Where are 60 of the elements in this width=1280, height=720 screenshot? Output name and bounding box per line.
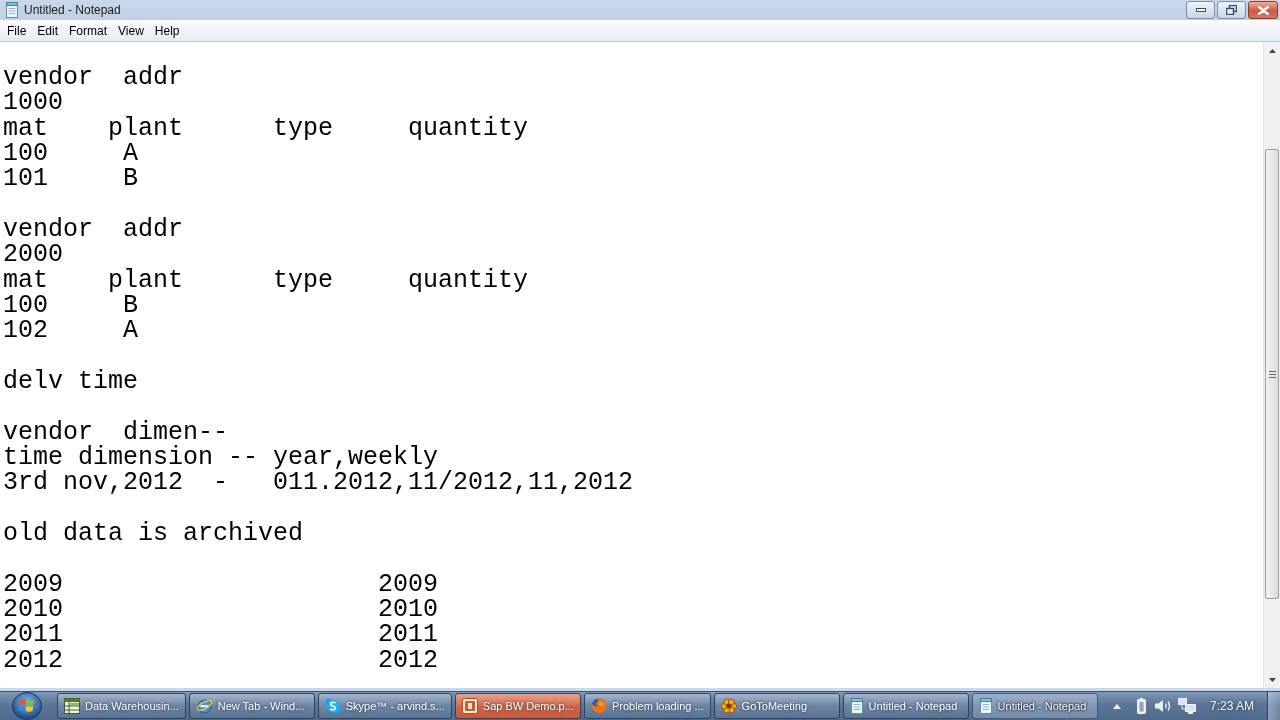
taskbar-button[interactable]: Sap BW Demo.p... <box>454 693 581 719</box>
text-line: delv time <box>3 368 139 395</box>
flower-icon <box>720 698 737 714</box>
taskbar-button[interactable]: GoToMeeting <box>713 693 840 719</box>
taskbar-button[interactable]: Problem loading ... <box>583 693 711 719</box>
taskbar-button[interactable]: Untitled - Notepad <box>971 693 1098 719</box>
restore-button[interactable] <box>1217 1 1246 19</box>
menu-item[interactable]: File <box>2 20 32 41</box>
text-line: 100 A <box>3 141 139 167</box>
restore-icon <box>1226 5 1237 15</box>
taskbar-button[interactable]: New Tab - Wind... <box>188 693 315 719</box>
slides-icon <box>461 698 478 714</box>
taskbar-button[interactable]: Untitled - Notepad <box>842 693 969 719</box>
notepad-icon <box>978 698 993 714</box>
close-button[interactable] <box>1248 1 1278 19</box>
text-line: mat plant type quantity <box>3 267 529 293</box>
text-line: 100 B <box>3 292 139 319</box>
text-line: 2000 <box>3 242 63 268</box>
grip-icon <box>1268 370 1276 378</box>
text-line: 102 A <box>3 318 139 344</box>
text-line: 101 B <box>3 166 139 192</box>
globe-icon <box>590 698 607 714</box>
minimize-icon <box>1195 8 1206 12</box>
chat-cloud-icon <box>324 698 341 714</box>
network-icon[interactable] <box>1177 698 1196 714</box>
menu-item[interactable]: Format <box>64 20 113 41</box>
text-line: 3rd nov,2012 - 011.2012,11/2012,11,2012 <box>3 470 634 496</box>
battery-icon[interactable] <box>1136 698 1146 714</box>
vertical-scrollbar[interactable] <box>1263 42 1280 688</box>
notepad-icon <box>849 698 864 714</box>
scroll-down-icon[interactable] <box>1268 677 1276 682</box>
text-line: 2009 2009 <box>3 571 439 597</box>
taskbar-button[interactable]: Data Warehousin... <box>57 693 186 719</box>
globe-ring-icon <box>195 698 213 714</box>
window-title: Untitled - Notepad <box>24 2 121 19</box>
text-line: vendor addr <box>3 216 184 243</box>
speaker-icon[interactable] <box>1154 699 1172 713</box>
text-line: 2012 2012 <box>3 647 439 673</box>
scroll-thumb[interactable] <box>1265 149 1279 599</box>
text-line: 2010 2010 <box>3 596 439 623</box>
text-line: vendor addr <box>3 65 184 91</box>
show-desktop-button[interactable] <box>1267 691 1280 720</box>
text-line: time dimension -- year,weekly <box>3 444 439 471</box>
menu-item[interactable]: View <box>113 20 149 41</box>
menu-item[interactable]: Edit <box>32 20 64 41</box>
text-line: mat plant type quantity <box>3 115 529 141</box>
text-line: 2011 2011 <box>3 622 439 648</box>
text-line: old data is archived <box>3 520 304 547</box>
scroll-up-icon[interactable] <box>1268 48 1276 53</box>
taskbar-button[interactable]: Skype™ - arvind.s... <box>317 693 452 719</box>
close-icon <box>1257 5 1269 15</box>
text-line: vendor dimen-- <box>3 419 229 445</box>
clock-time[interactable]: 7:23 AM <box>1209 697 1254 715</box>
chevron-up-icon[interactable] <box>1112 703 1121 709</box>
minimize-button[interactable] <box>1186 1 1215 19</box>
menu-item[interactable]: Help <box>149 20 185 41</box>
notepad-icon <box>5 2 19 18</box>
text-line: 1000 <box>3 90 63 116</box>
orb-icon <box>12 692 42 720</box>
table-icon <box>64 698 80 714</box>
